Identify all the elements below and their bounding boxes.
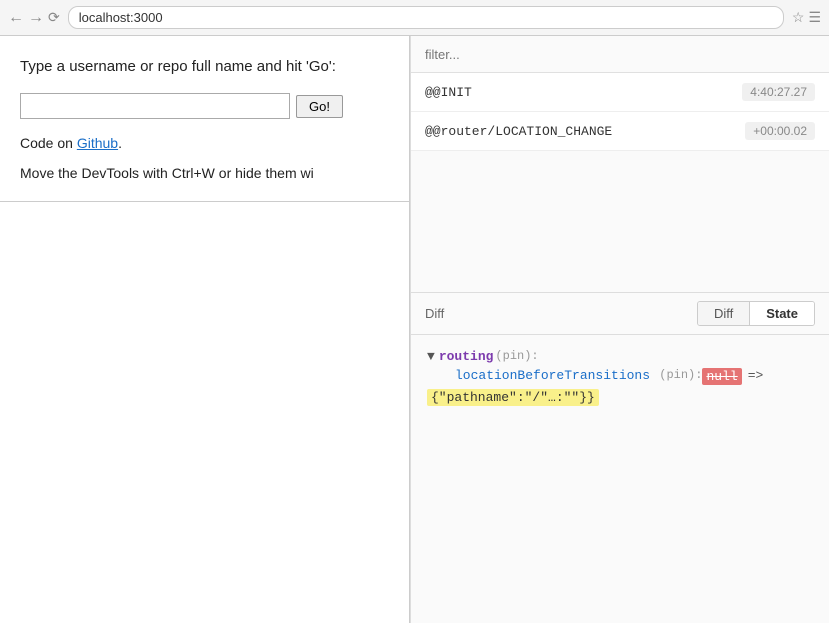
- back-button[interactable]: ←: [8, 9, 24, 27]
- new-value: {"pathname":"/"…:""}}: [427, 389, 599, 406]
- right-panel: @@INIT 4:40:27.27 @@router/LOCATION_CHAN…: [410, 36, 829, 623]
- bookmark-button[interactable]: ☆: [792, 9, 805, 26]
- expand-arrow-icon[interactable]: ▼: [427, 349, 435, 364]
- routing-line: ▼ routing (pin):: [427, 349, 813, 364]
- menu-button[interactable]: ☰: [808, 9, 821, 26]
- prop-pin: (pin):: [652, 368, 702, 382]
- bottom-section: Diff Diff State ▼ routing (pin): locatio…: [411, 293, 829, 623]
- left-panel: Type a username or repo full name and hi…: [0, 36, 410, 623]
- url-bar[interactable]: localhost:3000: [79, 10, 163, 25]
- tab-bar: Diff Diff State: [411, 293, 829, 335]
- action-list: @@INIT 4:40:27.27 @@router/LOCATION_CHAN…: [411, 73, 829, 293]
- forward-button[interactable]: →: [28, 9, 44, 27]
- routing-key: routing: [439, 349, 494, 364]
- reload-button[interactable]: ⟳: [48, 9, 60, 26]
- diff-section-label: Diff: [425, 306, 444, 321]
- prop-line: locationBeforeTransitions (pin): null =>: [427, 368, 813, 385]
- action-time: 4:40:27.27: [742, 83, 815, 101]
- action-name: @@router/LOCATION_CHANGE: [425, 124, 612, 139]
- action-name: @@INIT: [425, 85, 472, 100]
- go-button[interactable]: Go!: [296, 95, 343, 118]
- action-item-init[interactable]: @@INIT 4:40:27.27: [411, 73, 829, 112]
- filter-bar: [411, 36, 829, 73]
- diff-content: ▼ routing (pin): locationBeforeTransitio…: [411, 335, 829, 623]
- heading: Type a username or repo full name and hi…: [20, 56, 389, 77]
- prop-key: locationBeforeTransitions: [455, 368, 650, 383]
- move-devtools-text: Move the DevTools with Ctrl+W or hide th…: [20, 165, 389, 181]
- arrow-op: =>: [748, 368, 764, 383]
- tab-buttons: Diff State: [697, 301, 815, 326]
- routing-pin: (pin):: [495, 349, 538, 363]
- null-value: null: [702, 368, 741, 385]
- action-item-location[interactable]: @@router/LOCATION_CHANGE +00:00.02: [411, 112, 829, 151]
- divider: [0, 201, 409, 202]
- tab-state[interactable]: State: [750, 302, 814, 325]
- filter-input[interactable]: [425, 47, 815, 62]
- action-time: +00:00.02: [745, 122, 815, 140]
- code-on-text: Code on Github.: [20, 135, 389, 151]
- tab-diff[interactable]: Diff: [698, 302, 750, 325]
- repo-input[interactable]: [20, 93, 290, 119]
- github-link[interactable]: Github: [77, 135, 118, 151]
- new-value-line: {"pathname":"/"…:""}}: [427, 389, 813, 406]
